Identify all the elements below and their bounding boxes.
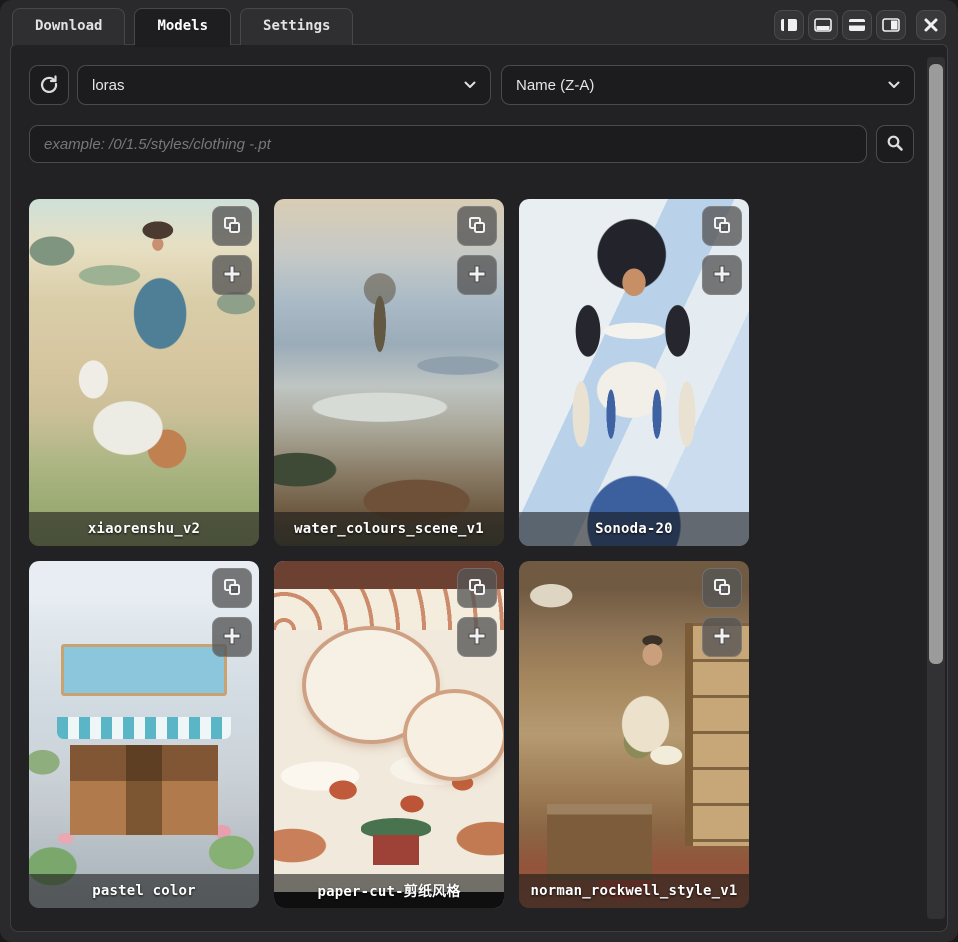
refresh-icon <box>39 74 59 97</box>
split-top-icon <box>848 18 866 32</box>
copy-model-path-button[interactable] <box>702 206 742 246</box>
split-left-icon <box>780 18 798 32</box>
sort-select[interactable]: Name (Z-A) <box>501 65 915 105</box>
add-model-button[interactable] <box>702 255 742 295</box>
refresh-button[interactable] <box>29 65 69 105</box>
chevron-down-icon <box>888 76 900 94</box>
models-panel: loras Name (Z-A) <box>10 44 948 932</box>
model-name-label: paper-cut-剪纸风格 <box>274 874 504 908</box>
tab-models[interactable]: Models <box>134 8 231 45</box>
model-card[interactable]: paper-cut-剪纸风格 <box>274 561 504 908</box>
scrollbar-track[interactable] <box>927 57 945 919</box>
tab-bar: Download Models Settings <box>12 8 353 45</box>
art-detail <box>373 835 419 865</box>
model-type-value: loras <box>92 77 464 94</box>
model-name-label: water_colours_scene_v1 <box>274 512 504 546</box>
add-model-button[interactable] <box>212 617 252 657</box>
split-bottom-button[interactable] <box>808 10 838 40</box>
copy-model-path-button[interactable] <box>212 568 252 608</box>
plus-icon <box>712 264 732 287</box>
add-model-button[interactable] <box>457 617 497 657</box>
copy-icon <box>712 577 732 600</box>
model-card-grid: xiaorenshu_v2 water_colours_scene_v1 <box>29 199 764 908</box>
plus-icon <box>467 626 487 649</box>
copy-icon <box>467 215 487 238</box>
art-detail <box>61 644 227 696</box>
model-card[interactable]: norman_rockwell_style_v1 <box>519 561 749 908</box>
model-name-label: Sonoda-20 <box>519 512 749 546</box>
copy-icon <box>467 577 487 600</box>
scrollbar-thumb[interactable] <box>929 64 943 664</box>
search-input[interactable] <box>29 125 867 163</box>
plus-icon <box>712 626 732 649</box>
split-right-icon <box>882 18 900 32</box>
add-model-button[interactable] <box>212 255 252 295</box>
art-detail <box>70 745 217 835</box>
magnifier-icon <box>886 134 904 155</box>
copy-icon <box>222 577 242 600</box>
copy-icon <box>712 215 732 238</box>
art-detail <box>57 717 232 739</box>
card-actions <box>212 568 252 657</box>
model-card[interactable]: pastel color <box>29 561 259 908</box>
copy-model-path-button[interactable] <box>457 568 497 608</box>
tab-settings[interactable]: Settings <box>240 8 353 45</box>
chevron-down-icon <box>464 76 476 94</box>
model-card[interactable]: Sonoda-20 <box>519 199 749 546</box>
card-actions <box>457 206 497 295</box>
split-left-button[interactable] <box>774 10 804 40</box>
split-right-button[interactable] <box>876 10 906 40</box>
plus-icon <box>467 264 487 287</box>
model-name-label: norman_rockwell_style_v1 <box>519 874 749 908</box>
model-name-label: xiaorenshu_v2 <box>29 512 259 546</box>
add-model-button[interactable] <box>702 617 742 657</box>
model-card[interactable]: water_colours_scene_v1 <box>274 199 504 546</box>
card-actions <box>702 568 742 657</box>
card-actions <box>212 206 252 295</box>
copy-model-path-button[interactable] <box>212 206 252 246</box>
copy-icon <box>222 215 242 238</box>
model-card[interactable]: xiaorenshu_v2 <box>29 199 259 546</box>
search-button[interactable] <box>876 125 914 163</box>
card-actions <box>457 568 497 657</box>
close-button[interactable] <box>916 10 946 40</box>
model-name-label: pastel color <box>29 874 259 908</box>
add-model-button[interactable] <box>457 255 497 295</box>
tab-download[interactable]: Download <box>12 8 125 45</box>
model-browser-window: Download Models Settings loras <box>0 0 958 942</box>
card-actions <box>702 206 742 295</box>
copy-model-path-button[interactable] <box>457 206 497 246</box>
art-detail <box>547 804 653 880</box>
art-detail <box>407 693 503 777</box>
model-type-select[interactable]: loras <box>77 65 491 105</box>
close-icon <box>923 17 939 33</box>
window-controls <box>774 10 946 40</box>
split-top-button[interactable] <box>842 10 872 40</box>
sort-value: Name (Z-A) <box>516 77 888 94</box>
split-bottom-icon <box>814 18 832 32</box>
plus-icon <box>222 626 242 649</box>
plus-icon <box>222 264 242 287</box>
copy-model-path-button[interactable] <box>702 568 742 608</box>
